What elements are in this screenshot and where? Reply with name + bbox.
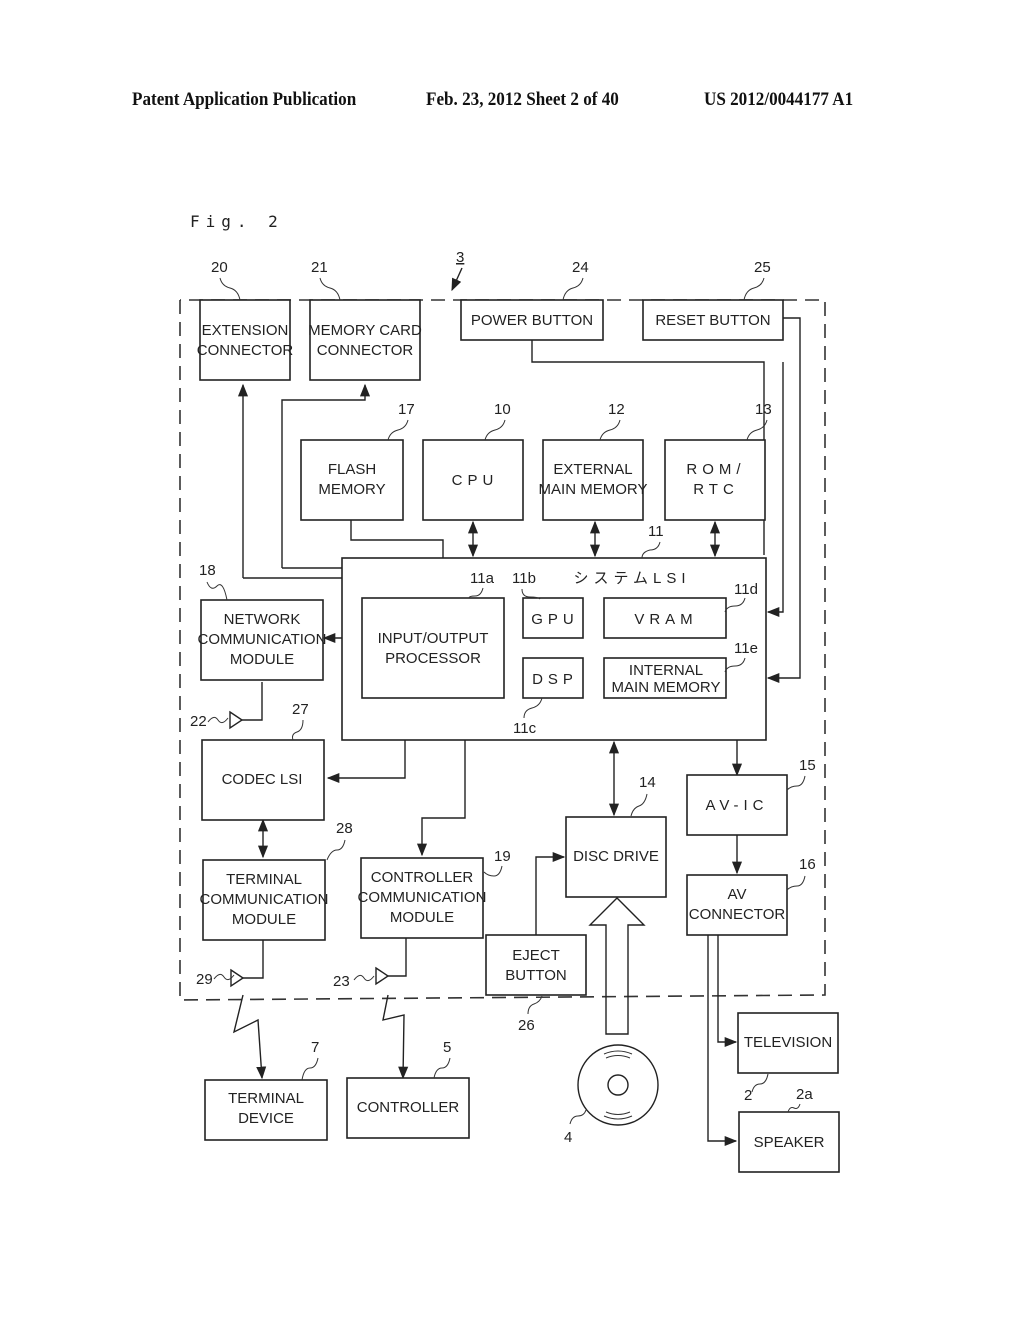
svg-text:25: 25 — [754, 259, 771, 276]
svg-text:24: 24 — [572, 259, 589, 276]
block-terminal-comm-module: TERMINAL COMMUNICATION MODULE 28 — [200, 820, 353, 941]
svg-text:MEMORY CARD: MEMORY CARD — [308, 322, 422, 339]
svg-text:ROM/: ROM/ — [686, 461, 745, 478]
svg-text:7: 7 — [311, 1039, 319, 1056]
svg-text:11: 11 — [648, 523, 664, 540]
svg-text:CONTROLLER: CONTROLLER — [371, 869, 474, 886]
svg-text:DEVICE: DEVICE — [238, 1110, 294, 1127]
svg-text:CONNECTOR: CONNECTOR — [197, 342, 294, 359]
svg-text:AV-IC: AV-IC — [705, 797, 768, 814]
svg-text:VRAM: VRAM — [634, 611, 697, 628]
svg-text:11e: 11e — [734, 640, 758, 657]
block-extension-connector: EXTENSION CONNECTOR 20 — [197, 259, 294, 381]
antenna-23: 23 — [333, 966, 390, 990]
svg-text:MAIN MEMORY: MAIN MEMORY — [612, 679, 721, 696]
block-controller: CONTROLLER 5 — [346, 1039, 470, 1139]
block-rom-rtc: ROM/ RTC 13 — [664, 401, 772, 521]
optical-disc: 4 — [564, 1044, 659, 1146]
svg-text:26: 26 — [518, 1017, 535, 1034]
antenna-29: 29 — [196, 968, 245, 988]
svg-text:CODEC LSI: CODEC LSI — [222, 771, 303, 788]
svg-text:BUTTON: BUTTON — [505, 967, 566, 984]
svg-text:PROCESSOR: PROCESSOR — [385, 650, 481, 667]
svg-text:NETWORK: NETWORK — [224, 611, 301, 628]
svg-text:MODULE: MODULE — [390, 909, 454, 926]
block-controller-comm-module: CONTROLLER COMMUNICATION MODULE 19 — [358, 848, 511, 939]
block-av-ic: AV-IC 15 — [686, 757, 816, 836]
svg-text:27: 27 — [292, 701, 309, 718]
svg-text:15: 15 — [799, 757, 816, 774]
svg-text:17: 17 — [398, 401, 415, 418]
block-reset-button: RESET BUTTON 25 — [642, 259, 784, 341]
svg-text:RESET BUTTON: RESET BUTTON — [655, 312, 770, 329]
block-speaker: SPEAKER 2a — [738, 1086, 840, 1173]
svg-text:10: 10 — [494, 401, 511, 418]
svg-text:20: 20 — [211, 259, 228, 276]
block-television: TELEVISION 2 — [737, 1012, 839, 1104]
block-power-button: POWER BUTTON 24 — [460, 259, 604, 341]
svg-text:TERMINAL: TERMINAL — [228, 1090, 304, 1107]
block-network-module: NETWORK COMMUNICATION MODULE 18 — [198, 562, 327, 681]
svg-text:EXTERNAL: EXTERNAL — [553, 461, 632, 478]
svg-text:COMMUNICATION: COMMUNICATION — [358, 889, 487, 906]
svg-text:11d: 11d — [734, 581, 758, 598]
svg-text:MEMORY: MEMORY — [318, 481, 385, 498]
svg-text:EJECT: EJECT — [512, 947, 560, 964]
svg-text:12: 12 — [608, 401, 625, 418]
svg-text:システムLSI: システムLSI — [573, 570, 690, 587]
block-terminal-device: TERMINAL DEVICE 7 — [204, 1039, 328, 1141]
svg-text:MAIN MEMORY: MAIN MEMORY — [539, 481, 648, 498]
ref-antenna-22: 22 — [190, 713, 207, 730]
block-flash-memory: FLASH MEMORY 17 — [300, 401, 415, 521]
block-codec-lsi: CODEC LSI 27 — [201, 701, 325, 821]
svg-text:14: 14 — [639, 774, 656, 791]
svg-text:RTC: RTC — [693, 481, 739, 498]
block-av-connector: AV CONNECTOR 16 — [686, 856, 816, 936]
svg-text:11a: 11a — [470, 570, 495, 587]
svg-text:MODULE: MODULE — [230, 651, 294, 668]
svg-text:CONTROLLER: CONTROLLER — [357, 1099, 460, 1116]
svg-text:COMMUNICATION: COMMUNICATION — [200, 891, 329, 908]
ref-enclosure: 3 — [456, 249, 464, 266]
svg-text:POWER BUTTON: POWER BUTTON — [471, 312, 593, 329]
svg-text:CONNECTOR: CONNECTOR — [317, 342, 414, 359]
svg-text:DSP: DSP — [532, 671, 578, 688]
svg-text:TERMINAL: TERMINAL — [226, 871, 302, 888]
svg-text:13: 13 — [755, 401, 772, 418]
svg-text:2a: 2a — [796, 1086, 813, 1103]
svg-text:28: 28 — [336, 820, 353, 837]
svg-text:CPU: CPU — [452, 472, 499, 489]
svg-text:MODULE: MODULE — [232, 911, 296, 928]
block-disc-drive: DISC DRIVE 14 — [565, 774, 667, 898]
svg-text:16: 16 — [799, 856, 816, 873]
block-cpu: CPU 10 — [422, 401, 524, 521]
block-eject-button: EJECT BUTTON 26 — [485, 934, 587, 1034]
svg-text:2: 2 — [744, 1087, 752, 1104]
ref-antenna-23: 23 — [333, 973, 350, 990]
svg-text:SPEAKER: SPEAKER — [754, 1134, 825, 1151]
svg-text:19: 19 — [494, 848, 511, 865]
svg-text:GPU: GPU — [531, 611, 579, 628]
svg-text:4: 4 — [564, 1129, 572, 1146]
svg-text:INTERNAL: INTERNAL — [629, 662, 703, 679]
svg-text:EXTENSION: EXTENSION — [202, 322, 289, 339]
svg-text:DISC DRIVE: DISC DRIVE — [573, 848, 659, 865]
svg-text:11c: 11c — [513, 720, 537, 737]
block-external-main-memory: EXTERNAL MAIN MEMORY 12 — [539, 401, 648, 521]
block-diagram: 3 22 29 23 EXTENSION CONNECTOR 20 MEMORY… — [179, 249, 840, 1173]
svg-text:18: 18 — [199, 562, 216, 579]
svg-text:FLASH: FLASH — [328, 461, 376, 478]
svg-text:AV: AV — [728, 886, 747, 903]
block-memory-card-connector: MEMORY CARD CONNECTOR 21 — [308, 259, 422, 381]
antenna-22: 22 — [190, 710, 244, 730]
ref-antenna-29: 29 — [196, 971, 213, 988]
svg-text:COMMUNICATION: COMMUNICATION — [198, 631, 327, 648]
svg-text:11b: 11b — [512, 570, 536, 587]
svg-text:21: 21 — [311, 259, 328, 276]
svg-text:CONNECTOR: CONNECTOR — [689, 906, 786, 923]
svg-text:TELEVISION: TELEVISION — [744, 1034, 832, 1051]
svg-text:5: 5 — [443, 1039, 451, 1056]
svg-text:INPUT/OUTPUT: INPUT/OUTPUT — [378, 630, 489, 647]
